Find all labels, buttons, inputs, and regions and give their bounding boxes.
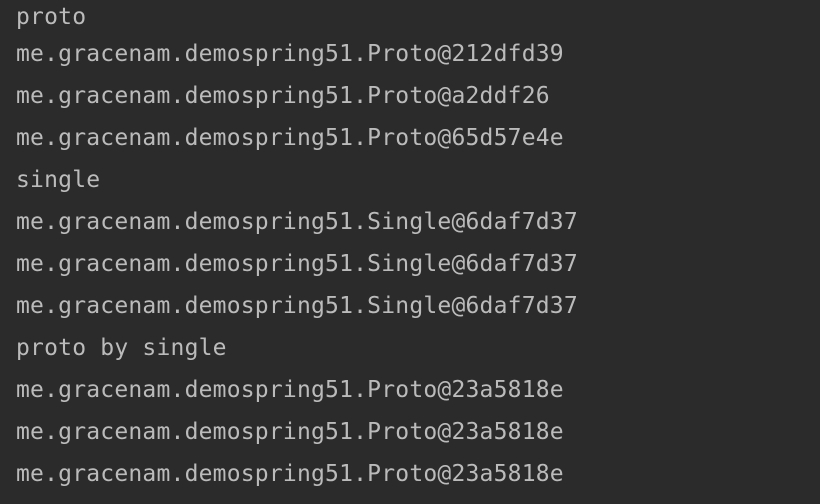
console-panel: proto me.gracenam.demospring51.Proto@212… (0, 0, 820, 504)
console-line: me.gracenam.demospring51.Proto@65d57e4e (16, 125, 564, 151)
console-line-label: single (16, 167, 101, 193)
console-line: me.gracenam.demospring51.Proto@23a5818e (16, 461, 564, 487)
console-line: me.gracenam.demospring51.Proto@212dfd39 (16, 41, 564, 67)
console-line: me.gracenam.demospring51.Proto@a2ddf26 (16, 83, 550, 109)
console-line: me.gracenam.demospring51.Proto@23a5818e (16, 377, 564, 403)
console-line: me.gracenam.demospring51.Single@6daf7d37 (16, 209, 578, 235)
console-line-label: proto by single (16, 335, 227, 361)
console-output: proto me.gracenam.demospring51.Proto@212… (16, 0, 820, 498)
console-line: me.gracenam.demospring51.Single@6daf7d37 (16, 251, 578, 277)
console-line: me.gracenam.demospring51.Proto@23a5818e (16, 419, 564, 445)
console-line-label: proto (16, 4, 87, 30)
console-line: me.gracenam.demospring51.Single@6daf7d37 (16, 293, 578, 319)
